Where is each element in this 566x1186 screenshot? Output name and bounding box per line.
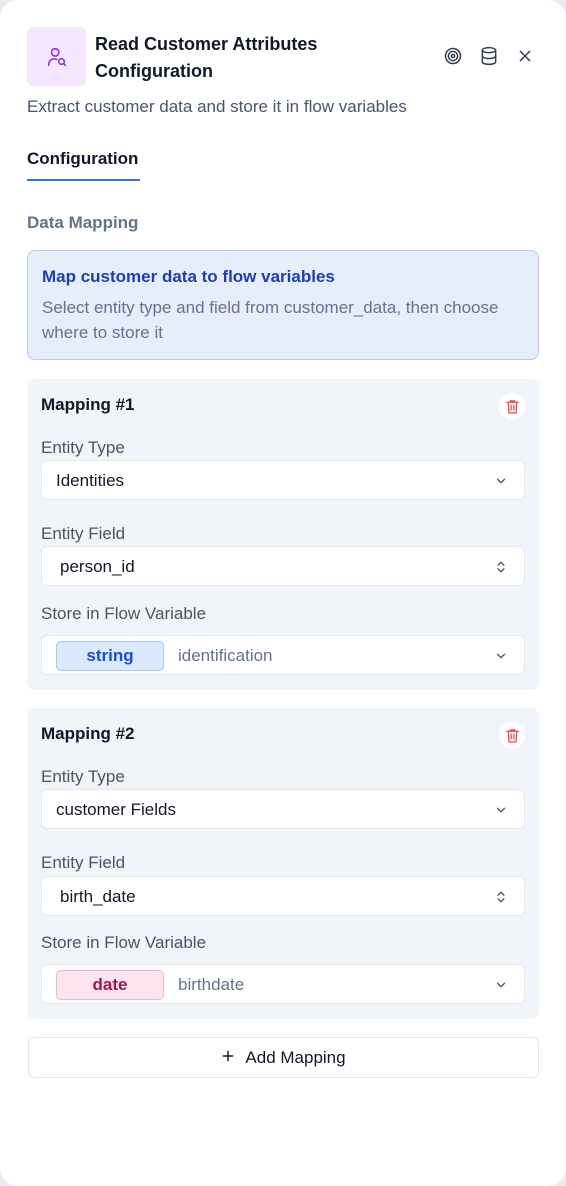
store-variable-label: Store in Flow Variable [41, 604, 207, 623]
add-mapping-label: Add Mapping [245, 1047, 346, 1067]
entity-field-select[interactable]: person_id [41, 546, 525, 586]
entity-field-select[interactable]: birth_date [41, 876, 525, 916]
chevron-down-icon [494, 978, 508, 997]
target-icon[interactable] [442, 45, 464, 67]
entity-type-value: Identities [56, 471, 125, 490]
variable-type-badge: date [56, 970, 164, 1000]
chevron-down-icon [494, 803, 508, 822]
delete-mapping-button[interactable] [499, 722, 525, 748]
close-button[interactable] [514, 45, 536, 67]
config-panel: Read Customer Attributes Configuration E… [0, 0, 566, 1186]
page-subtitle: Extract customer data and store it in fl… [27, 97, 407, 116]
mapping-title: Mapping #1 [41, 395, 135, 414]
trash-icon [505, 399, 519, 414]
entity-field-value: person_id [60, 557, 135, 576]
mapping-card: Mapping #2 Entity Type customer Fields E… [27, 708, 539, 1019]
add-mapping-button[interactable]: Add Mapping [28, 1037, 539, 1078]
entity-field-label: Entity Field [41, 853, 126, 872]
plus-icon [221, 1048, 235, 1068]
store-variable-select[interactable]: string identification [41, 635, 525, 675]
chevron-down-icon [494, 649, 508, 668]
mapping-card: Mapping #1 Entity Type Identities Entity… [27, 379, 539, 690]
tab-configuration[interactable]: Configuration [27, 149, 140, 181]
info-box: Map customer data to flow variables Sele… [27, 250, 539, 360]
page-title: Read Customer Attributes Configuration [95, 34, 318, 81]
store-variable-select[interactable]: date birthdate [41, 964, 525, 1004]
entity-type-select[interactable]: customer Fields [41, 789, 525, 829]
close-icon [519, 50, 531, 62]
variable-name: identification [178, 646, 273, 665]
entity-type-label: Entity Type [41, 438, 125, 457]
mapping-title: Mapping #2 [41, 724, 135, 743]
info-title: Map customer data to flow variables [42, 267, 335, 286]
chevron-updown-icon [494, 890, 508, 909]
store-variable-label: Store in Flow Variable [41, 933, 207, 952]
panel-header: Read Customer Attributes Configuration [27, 27, 546, 87]
section-label: Data Mapping [27, 213, 139, 232]
chevron-down-icon [494, 474, 508, 493]
info-description: Select entity type and field from custom… [42, 298, 499, 342]
delete-mapping-button[interactable] [499, 393, 525, 419]
entity-type-value: customer Fields [56, 800, 176, 819]
trash-icon [505, 728, 519, 743]
entity-type-select[interactable]: Identities [41, 460, 525, 500]
database-icon[interactable] [478, 45, 500, 67]
variable-name: birthdate [178, 975, 245, 994]
user-search-icon [27, 27, 86, 86]
variable-type-badge: string [56, 641, 164, 671]
entity-field-value: birth_date [60, 887, 136, 906]
chevron-updown-icon [494, 560, 508, 579]
entity-type-label: Entity Type [41, 767, 125, 786]
entity-field-label: Entity Field [41, 524, 126, 543]
